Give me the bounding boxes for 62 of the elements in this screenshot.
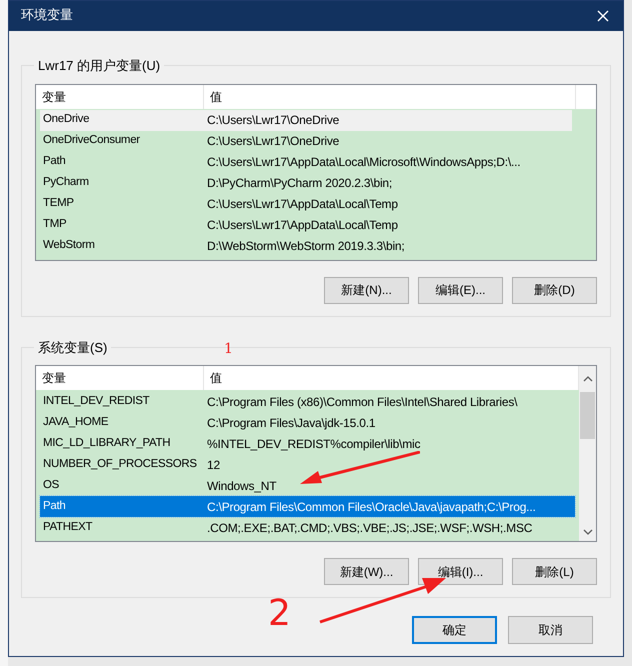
table-row[interactable]: JAVA_HOME C:\Program Files\Java\jdk-15.0.1	[40, 412, 575, 433]
dialog-button[interactable]: 新建(N)...	[324, 276, 409, 304]
table-row[interactable]: TMP C:\Users\Lwr17\AppData\Local\Temp	[40, 214, 572, 236]
scrollbar[interactable]	[579, 366, 596, 541]
variable-name: WebStorm	[42, 238, 96, 254]
variable-value: C:\Program Files\Java\jdk-15.0.1	[206, 414, 376, 432]
variable-value: D:\PyCharm\PyCharm 2020.2.3\bin;	[206, 175, 394, 192]
table-row[interactable]: Path C:\Program Files\Common Files\Oracle\Java\javapath;C:\Prog...	[40, 496, 575, 517]
variable-name: OneDrive	[42, 112, 90, 128]
variable-value: C:\Users\Lwr17\AppData\Local\Temp	[206, 196, 399, 213]
variable-value: D:\WebStorm\WebStorm 2019.3.3\bin;	[206, 238, 406, 255]
variable-name: JAVA_HOME	[42, 414, 110, 430]
group-label: Lwr17 的用户变量(U)	[34, 56, 164, 76]
table-row[interactable]: OneDriveConsumer C:\Users\Lwr17\OneDrive	[40, 130, 572, 152]
variable-name: MIC_LD_LIBRARY_PATH	[42, 436, 172, 451]
window-title: 环境变量	[21, 7, 73, 26]
scrollbar-thumb[interactable]	[580, 392, 595, 439]
variable-value: Windows_NT	[206, 478, 278, 494]
column-header[interactable]: 变量	[36, 84, 204, 108]
table-row[interactable]: OneDrive C:\Users\Lwr17\OneDrive	[40, 110, 572, 130]
dialog-button[interactable]: 确定	[412, 616, 497, 644]
dialog-button[interactable]: 编辑(I)...	[418, 558, 503, 585]
table-row[interactable]: TEMP C:\Users\Lwr17\AppData\Local\Temp	[40, 194, 572, 214]
variable-value: C:\Program Files\Common Files\Oracle\Java\javapath;C:\Prog...	[206, 498, 537, 516]
dialog-button[interactable]: 删除(L)	[512, 558, 597, 585]
header-filler	[576, 84, 596, 108]
variable-value: C:\Users\Lwr17\OneDrive	[206, 112, 340, 129]
dialog-button[interactable]: 编辑(E)...	[418, 276, 503, 304]
close-icon	[597, 10, 609, 22]
variable-value: 12	[206, 456, 221, 474]
variable-name: OS	[42, 478, 60, 493]
variable-value: .COM;.EXE;.BAT;.CMD;.VBS;.VBE;.JS;.JSE;.WSF;.WSH;.MSC	[206, 520, 534, 536]
annotation-number: 1	[224, 342, 233, 356]
variable-name: OneDriveConsumer	[42, 133, 141, 148]
variable-name: NUMBER_OF_PROCESSORS	[42, 456, 198, 472]
table-row[interactable]: INTEL_DEV_REDIST C:\Program Files (x86)\Common Files\Intel\Shared Libraries\	[40, 391, 575, 412]
variable-value: C:\Users\Lwr17\OneDrive	[206, 133, 340, 150]
dialog-button[interactable]: 删除(D)	[512, 276, 597, 304]
dialog-button[interactable]: 新建(W)...	[324, 558, 409, 585]
dialog-button[interactable]: 取消	[508, 616, 593, 644]
variable-value: C:\Users\Lwr17\AppData\Local\Microsoft\WindowsApps;D:\...	[206, 154, 522, 171]
variable-name: Path	[42, 498, 66, 514]
table-row[interactable]: MIC_LD_LIBRARY_PATH %INTEL_DEV_REDIST%compiler\lib\mic	[40, 433, 575, 454]
table-row[interactable]: PATHEXT .COM;.EXE;.BAT;.CMD;.VBS;.VBE;.JS;.JSE;.WSF;.WSH;.MSC	[40, 517, 575, 538]
table-row[interactable]: Path C:\Users\Lwr17\AppData\Local\Microsoft\WindowsApps;D:\...	[40, 152, 572, 172]
column-header[interactable]: 变量	[36, 366, 204, 390]
variable-name: TMP	[42, 217, 68, 232]
variable-name: PyCharm	[42, 175, 90, 190]
variable-name: PATHEXT	[42, 520, 94, 535]
table-row[interactable]: NUMBER_OF_PROCESSORS 12	[40, 454, 575, 475]
variable-name: TEMP	[42, 196, 75, 212]
variable-value: C:\Users\Lwr17\AppData\Local\Temp	[206, 217, 399, 234]
table-row[interactable]: OS Windows_NT	[40, 475, 575, 496]
variables-table[interactable]	[35, 84, 597, 260]
variable-name: Path	[42, 154, 66, 170]
annotation-number: 2	[268, 596, 291, 632]
variables-table[interactable]	[35, 365, 597, 542]
table-row[interactable]: PyCharm D:\PyCharm\PyCharm 2020.2.3\bin;	[40, 172, 572, 194]
variable-value: C:\Program Files (x86)\Common Files\Intel\Shared Libraries\	[206, 394, 518, 410]
variable-value: %INTEL_DEV_REDIST%compiler\lib\mic	[206, 436, 422, 452]
variable-name: INTEL_DEV_REDIST	[42, 394, 150, 409]
table-row[interactable]: WebStorm D:\WebStorm\WebStorm 2019.3.3\bin;	[40, 236, 572, 256]
